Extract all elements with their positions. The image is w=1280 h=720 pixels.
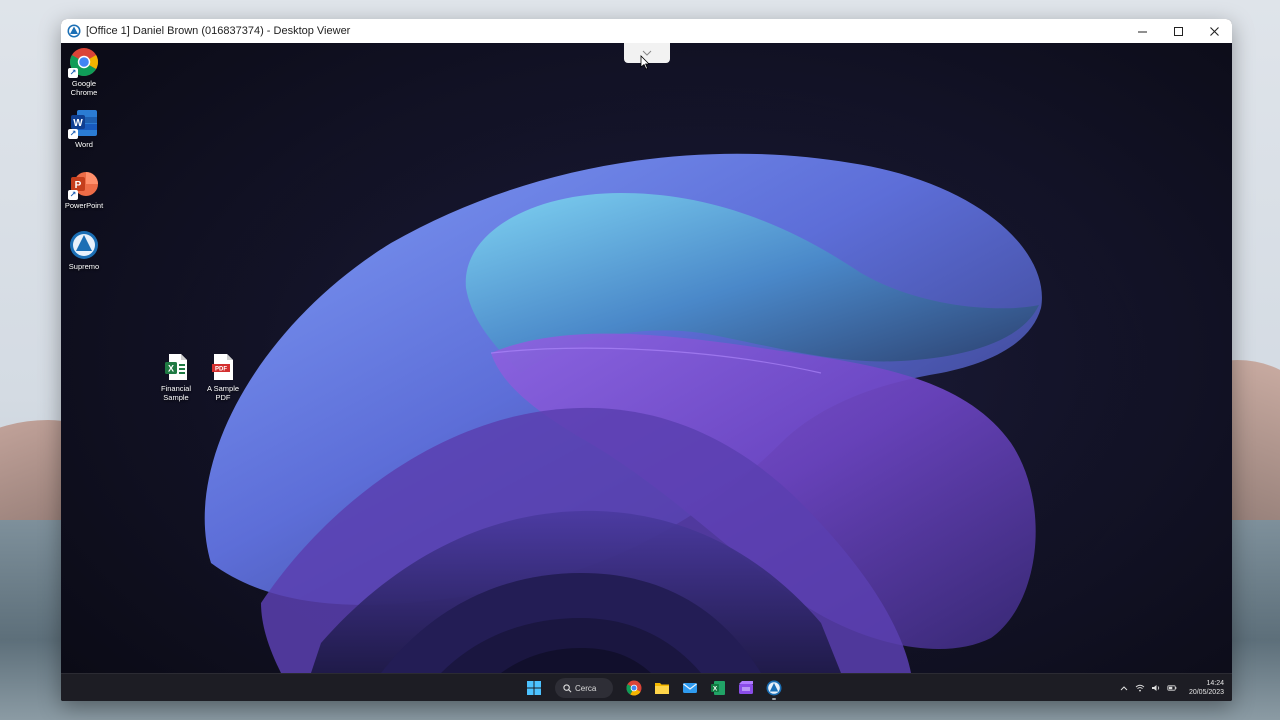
excel-icon: X: [711, 681, 725, 695]
minimize-button[interactable]: [1124, 19, 1160, 43]
file-explorer-icon: [655, 683, 669, 694]
desktop-icon-a-sample-pdf[interactable]: PDF A Sample PDF: [198, 352, 248, 402]
taskbar-chrome[interactable]: [623, 677, 645, 699]
taskbar-clock[interactable]: 14:24 20/05/2023: [1189, 679, 1224, 697]
maximize-button[interactable]: [1160, 19, 1196, 43]
desktop-icon-label: A Sample PDF: [206, 384, 240, 402]
desktop-icon-supremo[interactable]: Supremo: [61, 230, 109, 271]
window-titlebar[interactable]: [Office 1] Daniel Brown (016837374) - De…: [61, 19, 1232, 43]
desktop-viewer-window: [Office 1] Daniel Brown (016837374) - De…: [61, 19, 1232, 701]
pdf-file-icon: PDF: [212, 354, 233, 380]
taskbar-mail[interactable]: [679, 677, 701, 699]
mouse-cursor-icon: [640, 55, 650, 70]
close-icon: [1209, 26, 1219, 36]
supremo-icon: [70, 231, 98, 259]
chevron-up-icon[interactable]: [1119, 683, 1129, 693]
taskbar: Cerca X 14:24 20/05/2023: [61, 673, 1232, 701]
svg-text:W: W: [73, 118, 83, 129]
desktop-icon-label: Word: [75, 140, 93, 149]
clock-date: 20/05/2023: [1188, 689, 1224, 696]
svg-text:X: X: [168, 364, 174, 374]
desktop-icon-google-chrome[interactable]: ↗ Google Chrome: [61, 47, 109, 97]
minimize-icon: [1137, 31, 1147, 32]
search-label: Cerca: [575, 683, 597, 693]
taskbar-search[interactable]: Cerca: [555, 678, 613, 698]
desktop-icon-label: Google Chrome: [70, 79, 98, 97]
taskbar-video-editor[interactable]: [735, 677, 757, 699]
desktop-icon-label: Supremo: [68, 262, 100, 271]
svg-text:PDF: PDF: [215, 367, 227, 373]
start-button[interactable]: [523, 677, 545, 699]
window-title: [Office 1] Daniel Brown (016837374) - De…: [86, 25, 351, 37]
desktop-icon-financial-sample[interactable]: X Financial Sample: [151, 352, 201, 402]
excel-file-icon: X: [165, 354, 187, 380]
wifi-icon[interactable]: [1135, 683, 1145, 693]
desktop-icon-word[interactable]: W ↗ Word: [61, 108, 109, 149]
search-icon: [563, 683, 572, 692]
shortcut-arrow-icon: ↗: [68, 190, 78, 200]
system-tray: 14:24 20/05/2023: [1119, 677, 1224, 699]
chrome-icon: [626, 680, 642, 696]
video-editor-icon: [739, 681, 753, 694]
close-button[interactable]: [1196, 19, 1232, 43]
shortcut-arrow-icon: ↗: [68, 129, 78, 139]
start-icon: [527, 681, 541, 695]
battery-icon[interactable]: [1167, 683, 1177, 693]
maximize-icon: [1173, 26, 1183, 36]
supremo-icon: [766, 680, 782, 696]
remote-desktop[interactable]: ↗ Google Chrome W ↗ Word P ↗ PowerPoint …: [61, 43, 1232, 673]
taskbar-excel[interactable]: X: [707, 677, 729, 699]
taskbar-file-explorer[interactable]: [651, 677, 673, 699]
clock-time: 14:24: [1206, 680, 1224, 687]
supremo-logo-icon: [67, 24, 81, 38]
mail-icon: [683, 683, 697, 693]
volume-icon[interactable]: [1151, 683, 1161, 693]
taskbar-supremo[interactable]: [763, 677, 785, 700]
shortcut-arrow-icon: ↗: [68, 68, 78, 78]
desktop-icon-label: PowerPoint: [64, 201, 104, 210]
svg-text:X: X: [713, 686, 718, 693]
active-indicator: [772, 698, 776, 700]
desktop-icon-powerpoint[interactable]: P ↗ PowerPoint: [61, 169, 109, 210]
desktop-icon-label: Financial Sample: [160, 384, 191, 402]
